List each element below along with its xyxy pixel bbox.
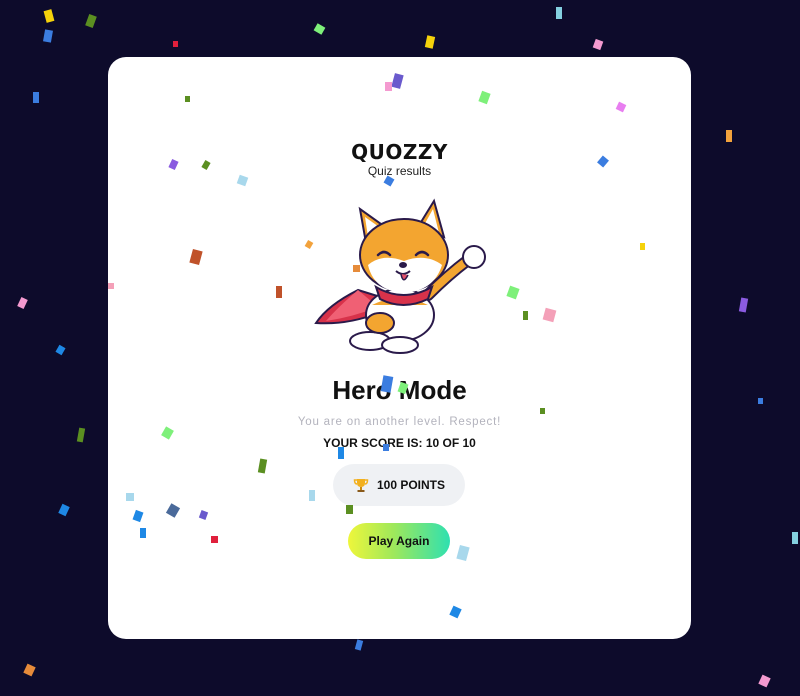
confetti-piece — [276, 286, 282, 298]
superhero-shiba-dog-icon — [314, 198, 486, 354]
confetti-piece — [126, 493, 134, 501]
confetti-piece — [424, 35, 436, 49]
confetti-piece — [43, 29, 53, 43]
confetti-piece — [33, 92, 39, 103]
confetti-piece — [353, 265, 360, 272]
confetti-piece — [354, 639, 364, 651]
confetti-piece — [85, 13, 97, 29]
confetti-piece — [383, 444, 389, 451]
confetti-piece — [523, 311, 528, 320]
confetti-piece — [23, 663, 36, 677]
confetti-piece — [592, 38, 604, 51]
confetti-piece — [313, 23, 326, 35]
confetti-piece — [185, 96, 190, 102]
confetti-piece — [346, 505, 353, 514]
confetti-piece — [640, 243, 645, 250]
confetti-piece — [726, 130, 732, 142]
result-tagline: You are on another level. Respect! — [297, 416, 502, 428]
confetti-piece — [17, 296, 28, 310]
confetti-piece — [55, 344, 66, 356]
confetti-piece — [108, 283, 114, 289]
confetti-piece — [309, 490, 315, 501]
confetti-piece — [556, 7, 562, 19]
score-text: YOUR SCORE IS: 10 OF 10 — [323, 436, 476, 450]
confetti-piece — [58, 503, 70, 517]
confetti-piece — [758, 674, 771, 688]
confetti-piece — [76, 427, 86, 443]
confetti-piece — [211, 536, 218, 543]
points-label: 100 POINTS — [376, 478, 446, 492]
confetti-piece — [758, 398, 763, 404]
play-again-button[interactable]: Play Again — [348, 523, 450, 559]
confetti-piece — [140, 528, 146, 538]
confetti-piece — [792, 532, 798, 544]
results-card: QUOZZY Quiz results Hero Mode You are on… — [108, 57, 691, 639]
confetti-piece — [385, 82, 392, 91]
confetti-piece — [738, 297, 749, 313]
trophy-icon — [353, 479, 369, 492]
confetti-piece — [173, 41, 178, 47]
confetti-piece — [43, 9, 55, 23]
confetti-piece — [540, 408, 545, 414]
confetti-piece — [338, 447, 344, 459]
points-badge: 100 POINTS — [333, 464, 465, 506]
